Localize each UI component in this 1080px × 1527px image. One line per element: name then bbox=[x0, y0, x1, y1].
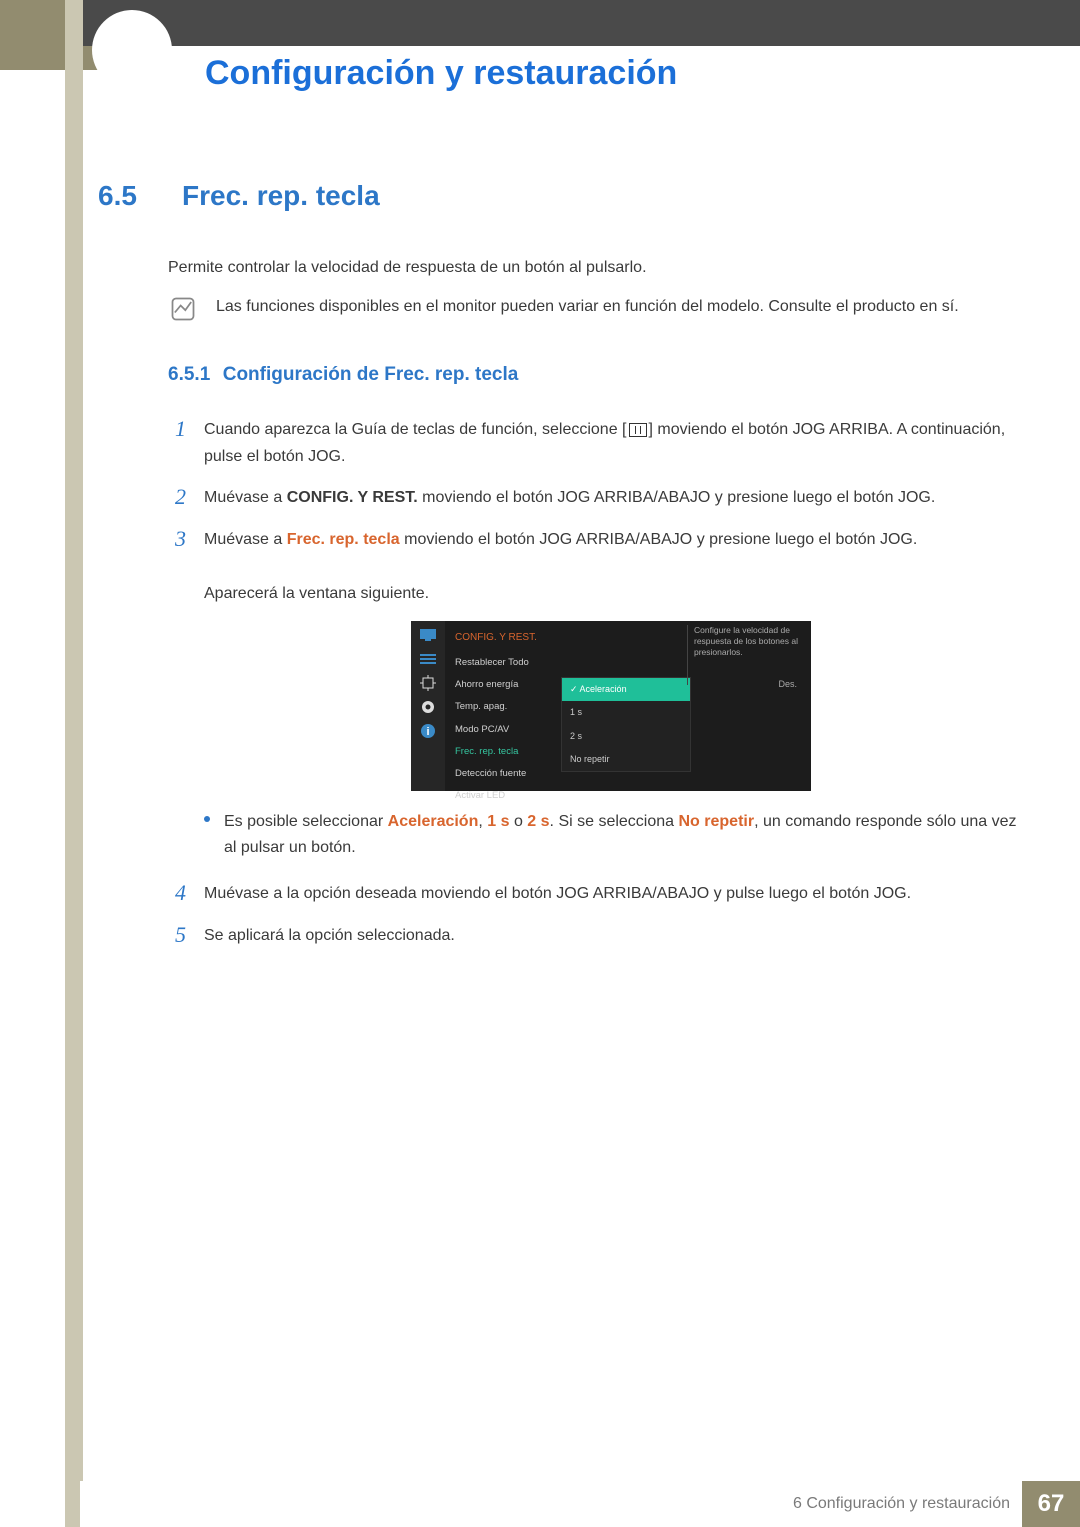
step-number: 1 bbox=[168, 416, 186, 470]
section-title: Frec. rep. tecla bbox=[182, 180, 380, 212]
step-sub-bullets: Es posible seleccionar Aceleración, 1 s … bbox=[204, 809, 1018, 860]
page-footer: 6 Configuración y restauración 67 bbox=[80, 1481, 1080, 1527]
subsection-title: Configuración de Frec. rep. tecla bbox=[223, 364, 519, 385]
chapter-number-circle bbox=[92, 10, 172, 90]
footer-chapter-label: 6 Configuración y restauración bbox=[793, 1495, 1010, 1513]
monitor-icon bbox=[418, 627, 438, 643]
section-heading: 6.5 Frec. rep. tecla bbox=[98, 180, 1018, 212]
bullet-text: Es posible seleccionar Aceleración, 1 s … bbox=[224, 809, 1018, 860]
note-text: Las funciones disponibles en el monitor … bbox=[216, 294, 1018, 324]
osd-item: Activar LED bbox=[455, 785, 805, 807]
step-body: Cuando aparezca la Guía de teclas de fun… bbox=[204, 416, 1018, 470]
svg-text:i: i bbox=[426, 726, 429, 738]
step-body: Muévase a CONFIG. Y REST. moviendo el bo… bbox=[204, 484, 1018, 511]
page-content: 6.5 Frec. rep. tecla Permite controlar l… bbox=[98, 180, 1018, 963]
osd-dropdown: Aceleración 1 s 2 s No repetir bbox=[561, 677, 691, 772]
header-dark-bar bbox=[80, 0, 1080, 46]
osd-option: 2 s bbox=[562, 725, 690, 748]
info-icon: i bbox=[418, 723, 438, 739]
subsection-number: 6.5.1 bbox=[168, 364, 210, 385]
footer-page-number: 67 bbox=[1022, 1481, 1080, 1527]
steps-list: 1 Cuando aparezca la Guía de teclas de f… bbox=[168, 416, 1018, 949]
osd-help-text: Configure la velocidad de respuesta de l… bbox=[687, 625, 807, 685]
list-icon bbox=[418, 651, 438, 667]
osd-option: No repetir bbox=[562, 748, 690, 771]
step-body: Se aplicará la opción seleccionada. bbox=[204, 922, 1018, 949]
step-number: 5 bbox=[168, 922, 186, 949]
subsection-heading: 6.5.1 Configuración de Frec. rep. tecla bbox=[168, 364, 1018, 386]
chapter-title: Configuración y restauración bbox=[205, 54, 677, 93]
step-number: 3 bbox=[168, 526, 186, 867]
note-icon bbox=[168, 294, 198, 324]
bullet-item: Es posible seleccionar Aceleración, 1 s … bbox=[204, 809, 1018, 860]
section-number: 6.5 bbox=[98, 180, 158, 212]
step-5: 5 Se aplicará la opción seleccionada. bbox=[168, 922, 1018, 949]
osd-main-panel: CONFIG. Y REST. Restablecer Todo Ahorro … bbox=[445, 621, 811, 791]
resize-icon bbox=[418, 675, 438, 691]
note-block: Las funciones disponibles en el monitor … bbox=[168, 294, 1018, 324]
menu-icon bbox=[629, 423, 647, 437]
step-body: Muévase a la opción deseada moviendo el … bbox=[204, 880, 1018, 907]
step-1: 1 Cuando aparezca la Guía de teclas de f… bbox=[168, 416, 1018, 470]
osd-option: 1 s bbox=[562, 701, 690, 724]
step-2: 2 Muévase a CONFIG. Y REST. moviendo el … bbox=[168, 484, 1018, 511]
osd-nav-icons: i bbox=[411, 621, 445, 791]
left-margin-bar bbox=[65, 0, 83, 1527]
step-4: 4 Muévase a la opción deseada moviendo e… bbox=[168, 880, 1018, 907]
step-number: 4 bbox=[168, 880, 186, 907]
step-body: Muévase a Frec. rep. tecla moviendo el b… bbox=[204, 526, 1018, 867]
osd-screenshot: i CONFIG. Y REST. Restablecer Todo Ahorr… bbox=[411, 621, 811, 791]
step-3: 3 Muévase a Frec. rep. tecla moviendo el… bbox=[168, 526, 1018, 867]
bullet-dot-icon bbox=[204, 816, 210, 822]
gear-icon bbox=[418, 699, 438, 715]
step-number: 2 bbox=[168, 484, 186, 511]
osd-option-selected: Aceleración bbox=[562, 678, 690, 701]
section-intro: Permite controlar la velocidad de respue… bbox=[168, 256, 1018, 280]
